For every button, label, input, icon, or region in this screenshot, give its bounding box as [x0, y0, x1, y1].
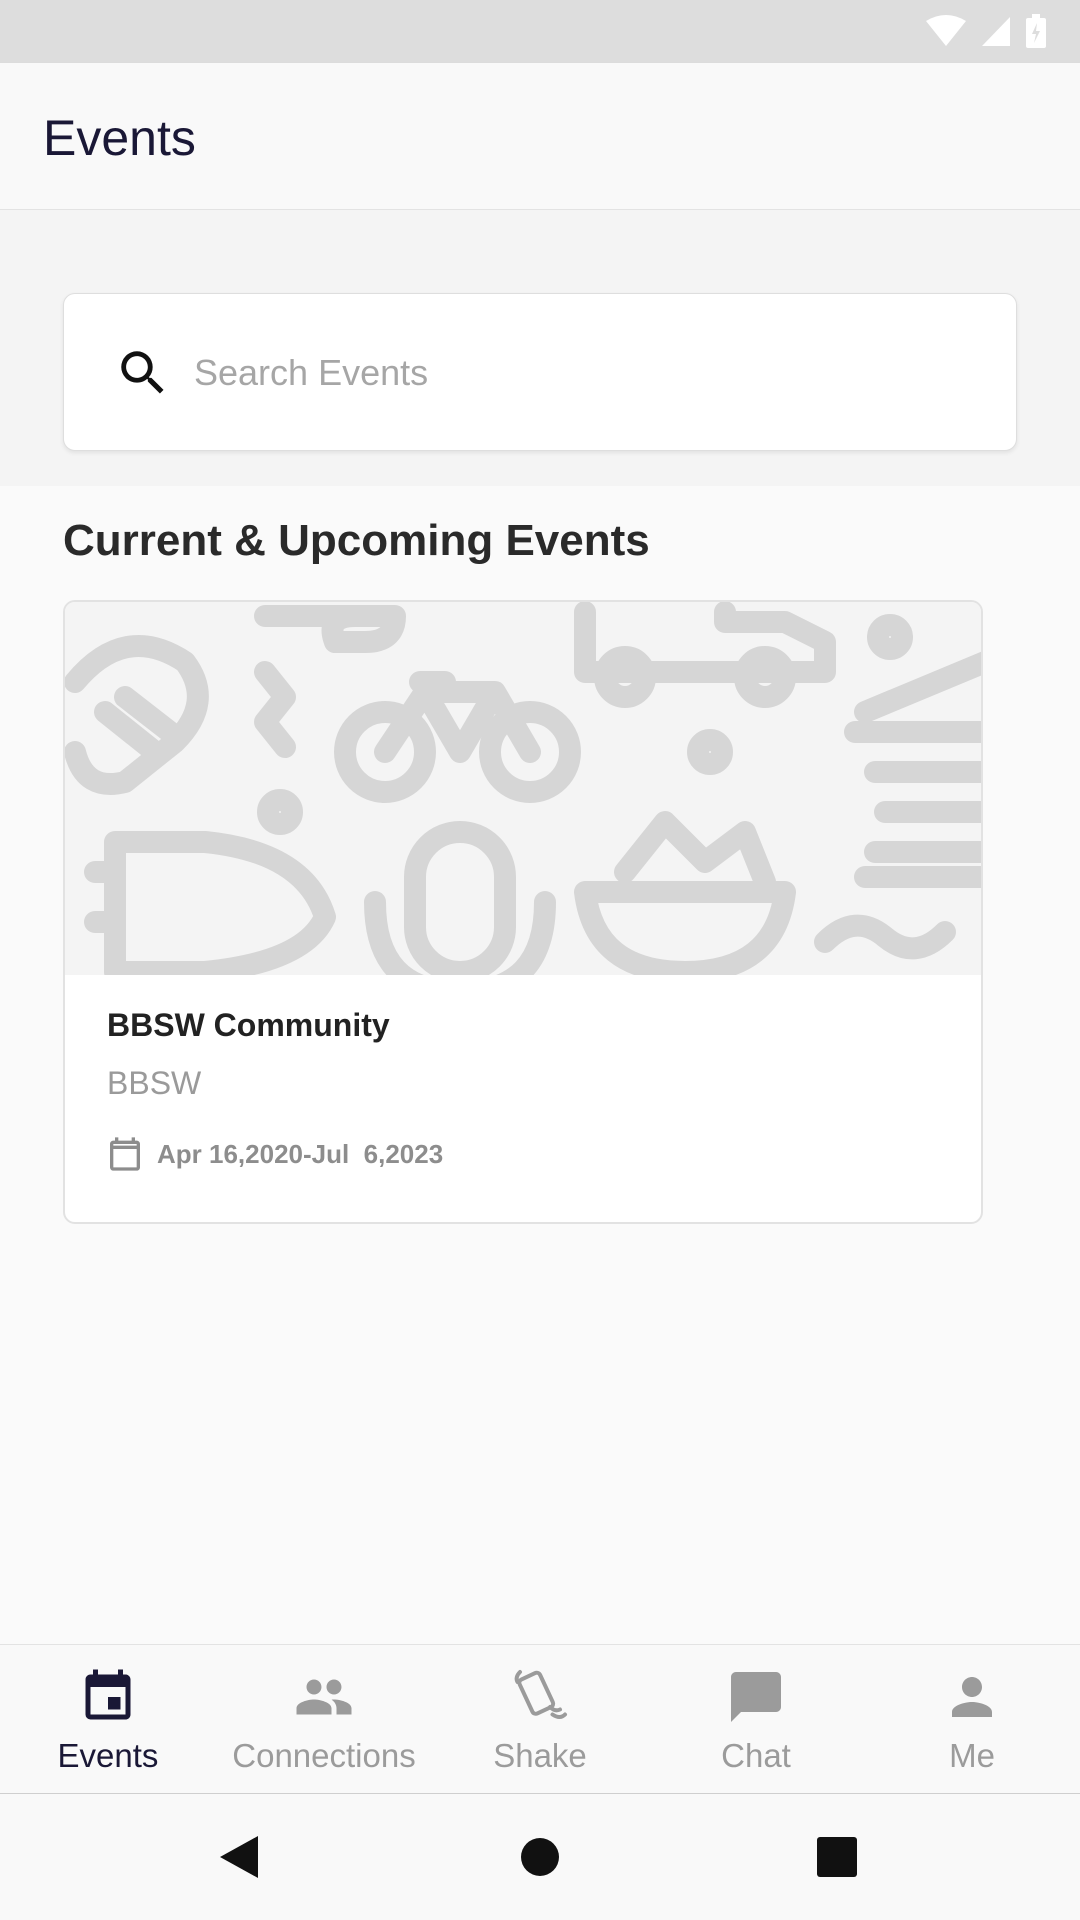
- home-icon[interactable]: [515, 1832, 565, 1882]
- nav-label-connections: Connections: [232, 1737, 416, 1774]
- app-bar: Events: [0, 63, 1080, 210]
- event-date-range: Apr 16,2020-Jul 6,2023: [157, 1139, 444, 1169]
- battery-icon: [1026, 14, 1046, 48]
- nav-item-me[interactable]: Me: [864, 1645, 1080, 1795]
- status-bar: [0, 0, 1080, 63]
- person-icon: [952, 1677, 992, 1717]
- people-icon: [296, 1679, 352, 1715]
- section-title: Current & Upcoming Events: [63, 516, 650, 565]
- chat-bubble-icon: [731, 1672, 781, 1722]
- search-box[interactable]: [63, 293, 1017, 451]
- event-calendar-icon: [85, 1669, 131, 1720]
- event-name: BBSW Community: [107, 1007, 390, 1043]
- page-title: Events: [43, 110, 196, 166]
- nav-item-shake[interactable]: Shake: [432, 1645, 648, 1795]
- status-icons: [926, 14, 1046, 48]
- search-section: [0, 210, 1080, 486]
- cell-signal-icon: [982, 17, 1010, 46]
- shake-phone-icon: [514, 1670, 567, 1719]
- nav-item-events[interactable]: Events: [0, 1645, 216, 1795]
- recents-icon[interactable]: [812, 1832, 862, 1882]
- wifi-icon: [926, 15, 966, 46]
- nav-item-connections[interactable]: Connections: [216, 1645, 432, 1795]
- bottom-navigation: Events Connections Shake Chat Me: [0, 1644, 1080, 1794]
- system-navigation-bar: [0, 1794, 1080, 1920]
- event-cover-image: [65, 602, 981, 975]
- search-icon: [121, 351, 164, 394]
- event-card[interactable]: BBSW Community BBSW Apr 16,2020-Jul 6,20…: [63, 600, 983, 1224]
- search-input[interactable]: [194, 334, 974, 412]
- nav-label-me: Me: [949, 1737, 995, 1774]
- back-icon[interactable]: [214, 1832, 264, 1882]
- nav-label-events: Events: [57, 1737, 159, 1774]
- nav-label-shake: Shake: [493, 1737, 587, 1774]
- event-organizer: BBSW: [107, 1065, 202, 1101]
- nav-item-chat[interactable]: Chat: [648, 1645, 864, 1795]
- screen: Events Current & Upcoming Events: [0, 0, 1080, 1920]
- calendar-icon: [110, 1137, 140, 1171]
- nav-label-chat: Chat: [721, 1737, 791, 1774]
